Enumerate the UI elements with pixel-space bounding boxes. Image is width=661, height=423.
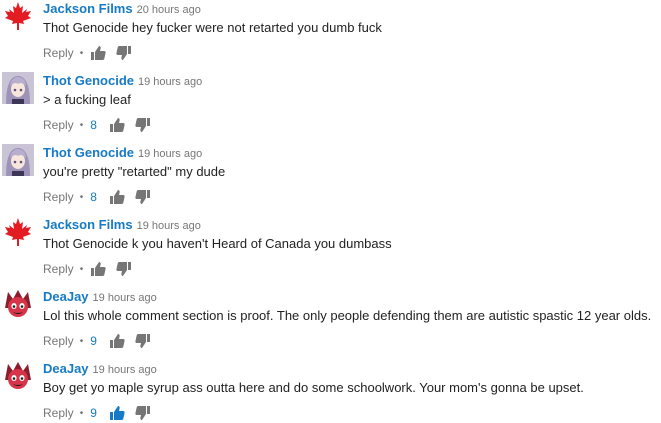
thumbs-down-icon[interactable] xyxy=(135,333,151,349)
author-name[interactable]: Thot Genocide xyxy=(43,73,134,88)
comment-item: Thot Genocide 19 hours ago you're pretty … xyxy=(0,144,661,216)
author-name[interactable]: Thot Genocide xyxy=(43,145,134,160)
comment-header: Thot Genocide 19 hours ago xyxy=(43,144,202,162)
comment-item: DeaJay 19 hours ago Boy get yo maple syru… xyxy=(0,360,661,423)
author-name[interactable]: Jackson Films xyxy=(43,217,133,232)
comment-item: DeaJay 19 hours ago Lol this whole commen… xyxy=(0,288,661,360)
separator-dot: • xyxy=(79,47,84,59)
thumbs-up-icon[interactable] xyxy=(109,405,125,421)
separator-dot: • xyxy=(79,335,84,347)
author-name[interactable]: Jackson Films xyxy=(43,1,133,16)
separator-dot: • xyxy=(79,191,84,203)
like-count: 8 xyxy=(90,118,97,132)
timestamp[interactable]: 19 hours ago xyxy=(138,76,202,88)
timestamp[interactable]: 19 hours ago xyxy=(138,148,202,160)
reply-button[interactable]: Reply xyxy=(43,118,74,132)
thumbs-down-icon[interactable] xyxy=(135,189,151,205)
avatar[interactable] xyxy=(2,144,34,176)
avatar[interactable] xyxy=(2,216,34,248)
comment-text: you're pretty "retarted" my dude xyxy=(43,164,226,179)
comment-header: Jackson Films 20 hours ago xyxy=(43,0,201,18)
comment-text: Thot Genocide hey fucker were not retart… xyxy=(43,20,382,35)
comment-text: Thot Genocide k you haven't Heard of Can… xyxy=(43,236,392,251)
reply-button[interactable]: Reply xyxy=(43,46,74,60)
avatar[interactable] xyxy=(2,0,34,32)
comment-actions: Reply • 9 xyxy=(43,332,161,350)
separator-dot: • xyxy=(79,263,84,275)
author-name[interactable]: DeaJay xyxy=(43,361,89,376)
separator-dot: • xyxy=(79,119,84,131)
avatar[interactable] xyxy=(2,72,34,104)
like-count: 9 xyxy=(90,334,97,348)
reply-button[interactable]: Reply xyxy=(43,190,74,204)
anime-girl-avatar-icon xyxy=(2,144,34,176)
timestamp[interactable]: 19 hours ago xyxy=(93,364,157,376)
comment-header: DeaJay 19 hours ago xyxy=(43,360,157,378)
comment-item: Jackson Films 19 hours ago Thot Genocide … xyxy=(0,216,661,288)
timestamp[interactable]: 19 hours ago xyxy=(137,220,201,232)
author-name[interactable]: DeaJay xyxy=(43,289,89,304)
comment-thread: Jackson Films 20 hours ago Thot Genocide … xyxy=(0,0,661,423)
thumbs-down-icon[interactable] xyxy=(116,261,132,277)
avatar[interactable] xyxy=(2,360,34,392)
comment-text: Lol this whole comment section is proof.… xyxy=(43,308,652,323)
like-count: 8 xyxy=(90,190,97,204)
comment-actions: Reply • 9 xyxy=(43,404,161,422)
like-count: 9 xyxy=(90,406,97,420)
red-character-avatar-icon xyxy=(2,288,34,320)
reply-button[interactable]: Reply xyxy=(43,334,74,348)
comment-text: > a fucking leaf xyxy=(43,92,131,107)
anime-girl-avatar-icon xyxy=(2,72,34,104)
comment-item: Jackson Films 20 hours ago Thot Genocide … xyxy=(0,0,661,72)
comment-actions: Reply • 8 xyxy=(43,188,161,206)
thumbs-down-icon[interactable] xyxy=(135,117,151,133)
thumbs-up-icon[interactable] xyxy=(90,45,106,61)
maple-leaf-icon xyxy=(5,218,31,246)
thumbs-down-icon[interactable] xyxy=(116,45,132,61)
thumbs-up-icon[interactable] xyxy=(109,333,125,349)
comment-header: DeaJay 19 hours ago xyxy=(43,288,157,306)
separator-dot: • xyxy=(79,407,84,419)
timestamp[interactable]: 19 hours ago xyxy=(93,292,157,304)
comment-item: Thot Genocide 19 hours ago > a fucking le… xyxy=(0,72,661,144)
reply-button[interactable]: Reply xyxy=(43,262,74,276)
maple-leaf-icon xyxy=(5,2,31,30)
comment-header: Jackson Films 19 hours ago xyxy=(43,216,201,234)
avatar[interactable] xyxy=(2,288,34,320)
timestamp[interactable]: 20 hours ago xyxy=(137,4,201,16)
thumbs-up-icon[interactable] xyxy=(109,189,125,205)
thumbs-down-icon[interactable] xyxy=(135,405,151,421)
comment-text: Boy get yo maple syrup ass outta here an… xyxy=(43,380,584,395)
comment-actions: Reply • xyxy=(43,260,142,278)
comment-actions: Reply • xyxy=(43,44,142,62)
comment-header: Thot Genocide 19 hours ago xyxy=(43,72,202,90)
reply-button[interactable]: Reply xyxy=(43,406,74,420)
thumbs-up-icon[interactable] xyxy=(90,261,106,277)
comment-actions: Reply • 8 xyxy=(43,116,161,134)
thumbs-up-icon[interactable] xyxy=(109,117,125,133)
red-character-avatar-icon xyxy=(2,360,34,392)
